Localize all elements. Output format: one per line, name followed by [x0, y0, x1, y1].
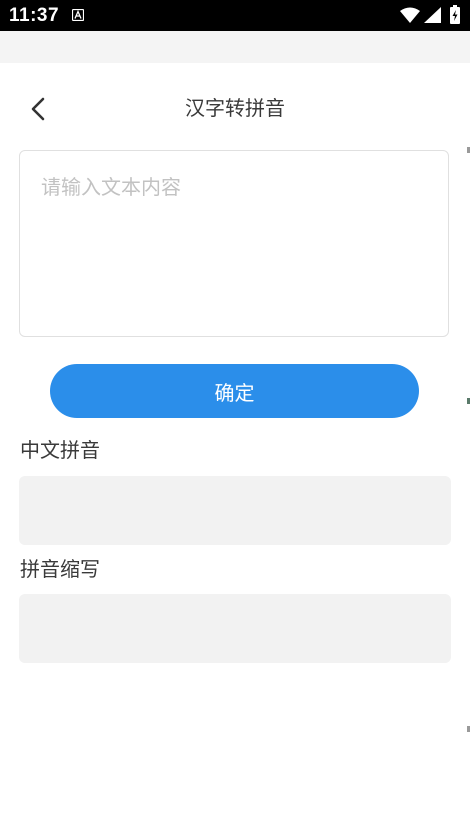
header: 汉字转拼音 [0, 63, 470, 151]
a-letter-icon [72, 9, 84, 21]
page-title: 汉字转拼音 [185, 96, 285, 120]
pinyin-label: 中文拼音 [20, 438, 100, 462]
battery-charging-icon [450, 5, 460, 24]
toolbar-spacer [0, 31, 470, 63]
abbreviation-result [19, 594, 451, 663]
wifi-icon [400, 7, 420, 23]
abbreviation-label: 拼音缩写 [20, 557, 100, 581]
status-time: 11:37 [9, 5, 60, 26]
text-input[interactable] [19, 150, 449, 337]
confirm-button[interactable]: 确定 [50, 364, 419, 418]
signal-icon [424, 7, 441, 23]
pinyin-result [19, 476, 451, 545]
status-bar: 11:37 [0, 0, 470, 31]
app-screen: 11:37 汉字转拼音 确定 中文拼音 拼音缩写 [0, 0, 470, 835]
